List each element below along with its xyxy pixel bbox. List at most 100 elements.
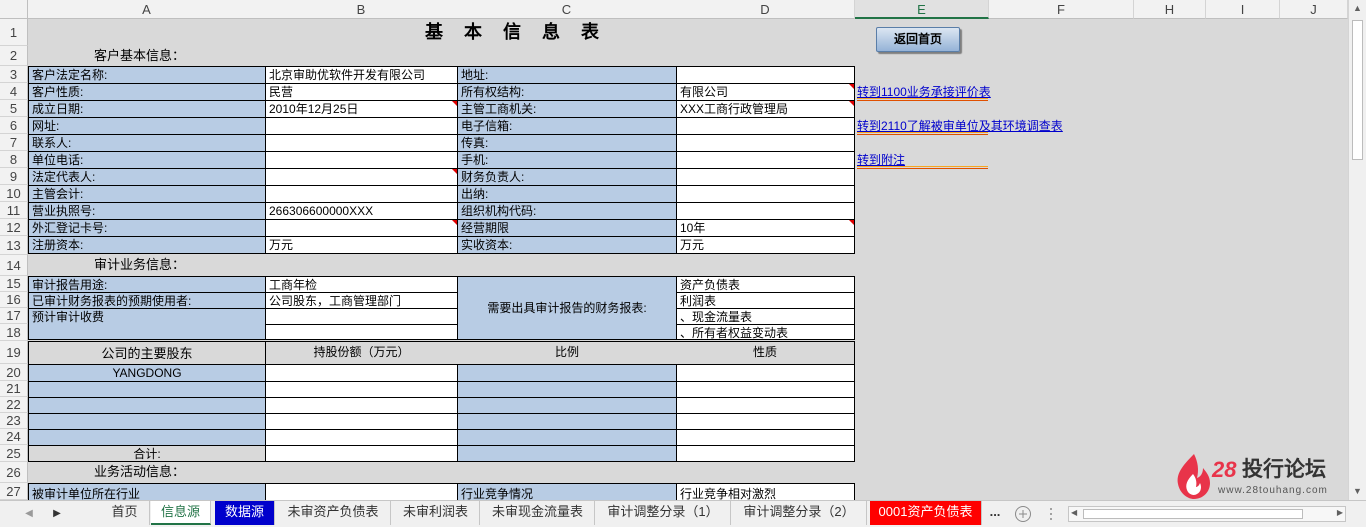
label-email[interactable]: 电子信箱: (457, 117, 677, 135)
shareholder-amount[interactable] (265, 397, 458, 414)
back-to-home-button[interactable]: 返回首页 (876, 27, 960, 52)
label-audit-fee[interactable]: 预计审计收费 (28, 308, 266, 340)
shareholder-amount[interactable] (265, 364, 458, 382)
horizontal-scrollbar[interactable]: ◀ ▶ (1068, 506, 1346, 522)
value-nature[interactable]: 民营 (265, 83, 458, 101)
value-org-code[interactable] (676, 202, 855, 220)
shareholder-name[interactable] (28, 413, 266, 430)
row-header[interactable]: 6 (0, 117, 28, 134)
shareholder-nature[interactable] (676, 397, 855, 414)
label-address[interactable]: 地址: (457, 66, 677, 84)
row-header[interactable]: 14 (0, 255, 28, 276)
shareholder-nature[interactable] (676, 364, 855, 382)
shareholder-name[interactable] (28, 397, 266, 414)
label-finance-head[interactable]: 财务负责人: (457, 168, 677, 186)
shareholder-nature[interactable] (676, 381, 855, 398)
shareholder-ratio[interactable] (457, 381, 677, 398)
label-reg-capital[interactable]: 注册资本: (28, 236, 266, 254)
value-term[interactable]: 10年 (676, 219, 855, 237)
splitter-handle-icon[interactable] (1048, 507, 1054, 521)
tab-unaudited-balance-sheet[interactable]: 未审资产负债表 (276, 501, 391, 525)
value-industry[interactable] (265, 483, 458, 500)
value-mobile[interactable] (676, 151, 855, 169)
label-competition[interactable]: 行业竞争情况 (457, 483, 677, 500)
horizontal-scroll-thumb[interactable] (1083, 509, 1303, 519)
shareholder-ratio[interactable] (457, 413, 677, 430)
shareholder-nature[interactable] (676, 429, 855, 446)
value-forex[interactable] (265, 219, 458, 237)
tab-unaudited-income-statement[interactable]: 未审利润表 (392, 501, 480, 525)
row-header[interactable]: 2 (0, 46, 28, 66)
value-address[interactable] (676, 66, 855, 84)
row-header[interactable]: 25 (0, 445, 28, 462)
label-cashier[interactable]: 出纳: (457, 185, 677, 203)
label-term[interactable]: 经营期限 (457, 219, 677, 237)
value-audit-fee[interactable] (265, 308, 458, 325)
label-industry[interactable]: 被审计单位所在行业 (28, 483, 266, 500)
value-legal-name[interactable]: 北京审助优软件开发有限公司 (265, 66, 458, 84)
value-contact[interactable] (265, 134, 458, 152)
column-header[interactable]: I (1206, 0, 1280, 19)
row-header[interactable]: 17 (0, 308, 28, 324)
shareholder-ratio[interactable] (457, 364, 677, 382)
row-header[interactable]: 7 (0, 134, 28, 151)
row-header[interactable]: 19 (0, 341, 28, 364)
label-founded[interactable]: 成立日期: (28, 100, 266, 118)
label-audit-purpose[interactable]: 审计报告用途: (28, 276, 266, 293)
label-forex[interactable]: 外汇登记卡号: (28, 219, 266, 237)
statement-item[interactable]: 利润表 (676, 292, 855, 309)
value-finance-head[interactable] (676, 168, 855, 186)
tab-info-source[interactable]: 信息源 (151, 501, 211, 525)
spreadsheet-grid[interactable]: ABCDEFHIJ 1 2 3 4 5 6 7 8 9 10 11 12 13 14 15 16 17 18 19 2… (0, 0, 1348, 500)
label-accountant[interactable]: 主管会计: (28, 185, 266, 203)
label-phone[interactable]: 单位电话: (28, 151, 266, 169)
label-legal-name[interactable]: 客户法定名称: (28, 66, 266, 84)
row-header[interactable]: 27 (0, 483, 28, 500)
label-authority[interactable]: 主管工商机关: (457, 100, 677, 118)
value-report-users[interactable]: 公司股东，工商管理部门 (265, 292, 458, 309)
row-header[interactable]: 15 (0, 276, 28, 292)
label-mobile[interactable]: 手机: (457, 151, 677, 169)
row-header[interactable]: 24 (0, 429, 28, 445)
column-header[interactable]: C (457, 0, 677, 19)
total-amount[interactable] (265, 445, 458, 462)
total-ratio[interactable] (457, 445, 677, 462)
row-header[interactable]: 13 (0, 236, 28, 255)
label-required-statements[interactable]: 需要出具审计报告的财务报表: (457, 276, 677, 340)
tab-scroll-left-icon[interactable]: ◀ (20, 505, 38, 523)
statement-item[interactable]: 、所有者权益变动表 (676, 324, 855, 340)
value-audit-fee-extra[interactable] (265, 324, 458, 340)
value-cashier[interactable] (676, 185, 855, 203)
label-ownership[interactable]: 所有权结构: (457, 83, 677, 101)
row-header[interactable]: 23 (0, 413, 28, 429)
tab-scroll-right-icon[interactable]: ▶ (48, 505, 66, 523)
label-paid-capital[interactable]: 实收资本: (457, 236, 677, 254)
value-ownership[interactable]: 有限公司 (676, 83, 855, 101)
shareholder-name[interactable]: YANGDONG (28, 364, 266, 382)
vertical-scroll-thumb[interactable] (1352, 20, 1363, 160)
row-header[interactable]: 11 (0, 202, 28, 219)
value-authority[interactable]: XXX工商行政管理局 (676, 100, 855, 118)
scroll-left-icon[interactable]: ◀ (1071, 508, 1077, 517)
scroll-up-icon[interactable]: ▲ (1349, 0, 1366, 17)
value-paid-capital[interactable]: 万元 (676, 236, 855, 254)
value-fax[interactable] (676, 134, 855, 152)
row-header[interactable]: 26 (0, 462, 28, 483)
shareholder-amount[interactable] (265, 381, 458, 398)
column-header[interactable]: D (676, 0, 855, 19)
row-header[interactable]: 12 (0, 219, 28, 236)
row-header[interactable]: 1 (0, 19, 28, 46)
total-nature[interactable] (676, 445, 855, 462)
shareholder-name[interactable] (28, 429, 266, 446)
statement-item[interactable]: 、现金流量表 (676, 308, 855, 325)
value-competition[interactable]: 行业竞争相对激烈 (676, 483, 855, 500)
scroll-right-icon[interactable]: ▶ (1337, 508, 1343, 517)
column-header[interactable]: F (989, 0, 1134, 19)
value-reg-capital[interactable]: 万元 (265, 236, 458, 254)
row-header[interactable]: 20 (0, 364, 28, 381)
column-header[interactable]: A (28, 0, 266, 19)
row-header[interactable]: 18 (0, 324, 28, 341)
shareholder-name[interactable] (28, 381, 266, 398)
vertical-scrollbar[interactable]: ▲ ▼ (1348, 0, 1366, 500)
tab-data-source[interactable]: 数据源 (215, 501, 275, 525)
